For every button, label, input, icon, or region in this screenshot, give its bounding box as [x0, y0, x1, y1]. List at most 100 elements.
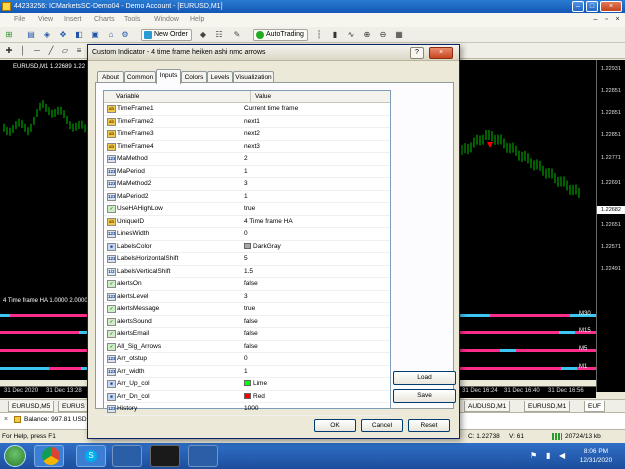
- param-value[interactable]: false: [244, 316, 258, 329]
- trendline-icon[interactable]: ╱: [46, 46, 56, 56]
- zoom-in-icon[interactable]: ⊕: [362, 30, 372, 40]
- input-row[interactable]: ■ LabelsColor DarkGray: [104, 241, 390, 254]
- input-row[interactable]: ■ Arr_Dn_col Red: [104, 391, 390, 404]
- menu-view[interactable]: View: [38, 13, 53, 27]
- folder-task-icon[interactable]: [112, 445, 142, 467]
- tray-flag-icon[interactable]: ⚑: [530, 451, 537, 460]
- mdi-restore-icon[interactable]: ▫: [602, 15, 611, 24]
- signals-icon[interactable]: ☷: [214, 30, 224, 40]
- param-value[interactable]: 1: [244, 366, 248, 379]
- param-value[interactable]: Lime: [244, 378, 267, 391]
- profiles-icon[interactable]: ▤: [26, 30, 36, 40]
- minimize-button[interactable]: –: [572, 1, 584, 12]
- chart-tab-eurusd-m1[interactable]: EURUSD,M1: [524, 401, 571, 412]
- input-row[interactable]: 123 MaPeriod2 1: [104, 191, 390, 204]
- app-task-icon[interactable]: [188, 445, 218, 467]
- input-row[interactable]: 123 MaMethod2 3: [104, 178, 390, 191]
- new-chart-icon[interactable]: ⊞: [4, 30, 14, 40]
- param-value[interactable]: false: [244, 328, 258, 341]
- tile-windows-icon[interactable]: ▦: [394, 30, 404, 40]
- param-value[interactable]: 1: [244, 191, 248, 204]
- new-order-button[interactable]: New Order: [141, 29, 192, 41]
- chart-tab-audusd-m1[interactable]: AUDUSD,M1: [464, 401, 511, 412]
- dialog-help-button[interactable]: ?: [410, 47, 424, 59]
- input-row[interactable]: ab TimeFrame3 next2: [104, 128, 390, 141]
- menu-window[interactable]: Window: [154, 13, 179, 27]
- input-row[interactable]: 123 History 1000: [104, 403, 390, 416]
- strategy-tester-icon[interactable]: ⌂: [106, 30, 116, 40]
- param-value[interactable]: next2: [244, 128, 260, 141]
- input-row[interactable]: ✓ alertsEmail false: [104, 328, 390, 341]
- load-button[interactable]: Load: [393, 371, 456, 385]
- column-value[interactable]: Value: [250, 91, 271, 103]
- param-value[interactable]: 2: [244, 153, 248, 166]
- menu-file[interactable]: File: [14, 13, 25, 27]
- market-watch-icon[interactable]: ◈: [42, 30, 52, 40]
- input-row[interactable]: 123 alertsLevel 3: [104, 291, 390, 304]
- fibonacci-icon[interactable]: ≡: [74, 46, 84, 56]
- input-row[interactable]: 123 MaMethod 2: [104, 153, 390, 166]
- start-button[interactable]: [4, 445, 26, 467]
- ok-button[interactable]: OK: [314, 419, 356, 432]
- horizontal-line-icon[interactable]: ─: [32, 46, 42, 56]
- param-value[interactable]: 3: [244, 178, 248, 191]
- maximize-button[interactable]: □: [586, 1, 598, 12]
- param-value[interactable]: Red: [244, 391, 265, 404]
- zoom-out-icon[interactable]: ⊖: [378, 30, 388, 40]
- input-row[interactable]: 123 MaPeriod 1: [104, 166, 390, 179]
- mdi-close-icon[interactable]: ×: [613, 15, 622, 24]
- bar-chart-icon[interactable]: ┆: [314, 30, 324, 40]
- param-value[interactable]: 0: [244, 353, 248, 366]
- param-value[interactable]: 1.5: [244, 266, 253, 279]
- menu-tools[interactable]: Tools: [124, 13, 140, 27]
- column-variable[interactable]: Variable: [116, 91, 139, 103]
- input-row[interactable]: ab TimeFrame2 next1: [104, 116, 390, 128]
- menu-charts[interactable]: Charts: [94, 13, 115, 27]
- input-row[interactable]: ✓ alertsMessage true: [104, 303, 390, 316]
- param-value[interactable]: Current time frame: [244, 103, 298, 116]
- param-value[interactable]: 5: [244, 253, 248, 266]
- tab-inputs[interactable]: Inputs: [156, 69, 181, 84]
- input-row[interactable]: ab TimeFrame4 next3: [104, 141, 390, 154]
- terminal-close-icon[interactable]: ×: [4, 416, 8, 423]
- metatrader-task-icon[interactable]: [150, 445, 180, 467]
- save-button[interactable]: Save: [393, 389, 456, 403]
- input-row[interactable]: ✓ All_Sig_Arrows false: [104, 341, 390, 354]
- navigator-icon[interactable]: ✥: [58, 30, 68, 40]
- vertical-line-icon[interactable]: │: [18, 46, 28, 56]
- system-clock[interactable]: 8:06 PM 12/31/2020: [570, 447, 622, 465]
- options-icon[interactable]: ⚙: [120, 30, 130, 40]
- input-row[interactable]: ✓ alertsSound false: [104, 316, 390, 329]
- param-value[interactable]: 3: [244, 291, 248, 304]
- mdi-minimize-icon[interactable]: –: [591, 15, 600, 24]
- chart-tab-euf[interactable]: EUF: [584, 401, 605, 412]
- reset-button[interactable]: Reset: [408, 419, 450, 432]
- param-value[interactable]: DarkGray: [244, 241, 281, 254]
- channel-icon[interactable]: ▱: [60, 46, 70, 56]
- input-row[interactable]: 123 LabelsHorizontalShift 5: [104, 253, 390, 266]
- param-value[interactable]: 1: [244, 166, 248, 179]
- menu-insert[interactable]: Insert: [64, 13, 82, 27]
- param-value[interactable]: false: [244, 278, 258, 291]
- candlestick-icon[interactable]: ▮: [330, 30, 340, 40]
- line-chart-icon[interactable]: ∿: [346, 30, 356, 40]
- input-row[interactable]: ■ Arr_Up_col Lime: [104, 378, 390, 391]
- input-row[interactable]: ab UniqueID 4 Time frame HA: [104, 216, 390, 229]
- skype-task[interactable]: S: [76, 445, 106, 467]
- param-value[interactable]: 0: [244, 228, 248, 241]
- param-value[interactable]: 4 Time frame HA: [244, 216, 293, 229]
- tray-volume-icon[interactable]: ◀: [559, 451, 565, 460]
- cancel-button[interactable]: Cancel: [361, 419, 403, 432]
- param-value[interactable]: next3: [244, 141, 260, 154]
- metaeditor-icon[interactable]: ◆: [198, 30, 208, 40]
- data-window-icon[interactable]: ◧: [74, 30, 84, 40]
- crosshair-icon[interactable]: ✚: [4, 46, 14, 56]
- chart-tab-eurusd-m5[interactable]: EURUSD,M5: [8, 401, 55, 412]
- tray-network-icon[interactable]: ▮: [546, 451, 550, 460]
- input-row[interactable]: 1/2 LabelsVerticalShift 1.5: [104, 266, 390, 279]
- input-row[interactable]: ✓ UseHAHighLow true: [104, 203, 390, 216]
- chart-tab-eurus[interactable]: EURUS: [58, 401, 89, 412]
- param-value[interactable]: false: [244, 341, 258, 354]
- autotrading-button[interactable]: AutoTrading: [253, 29, 308, 41]
- terminal-icon[interactable]: ▣: [90, 30, 100, 40]
